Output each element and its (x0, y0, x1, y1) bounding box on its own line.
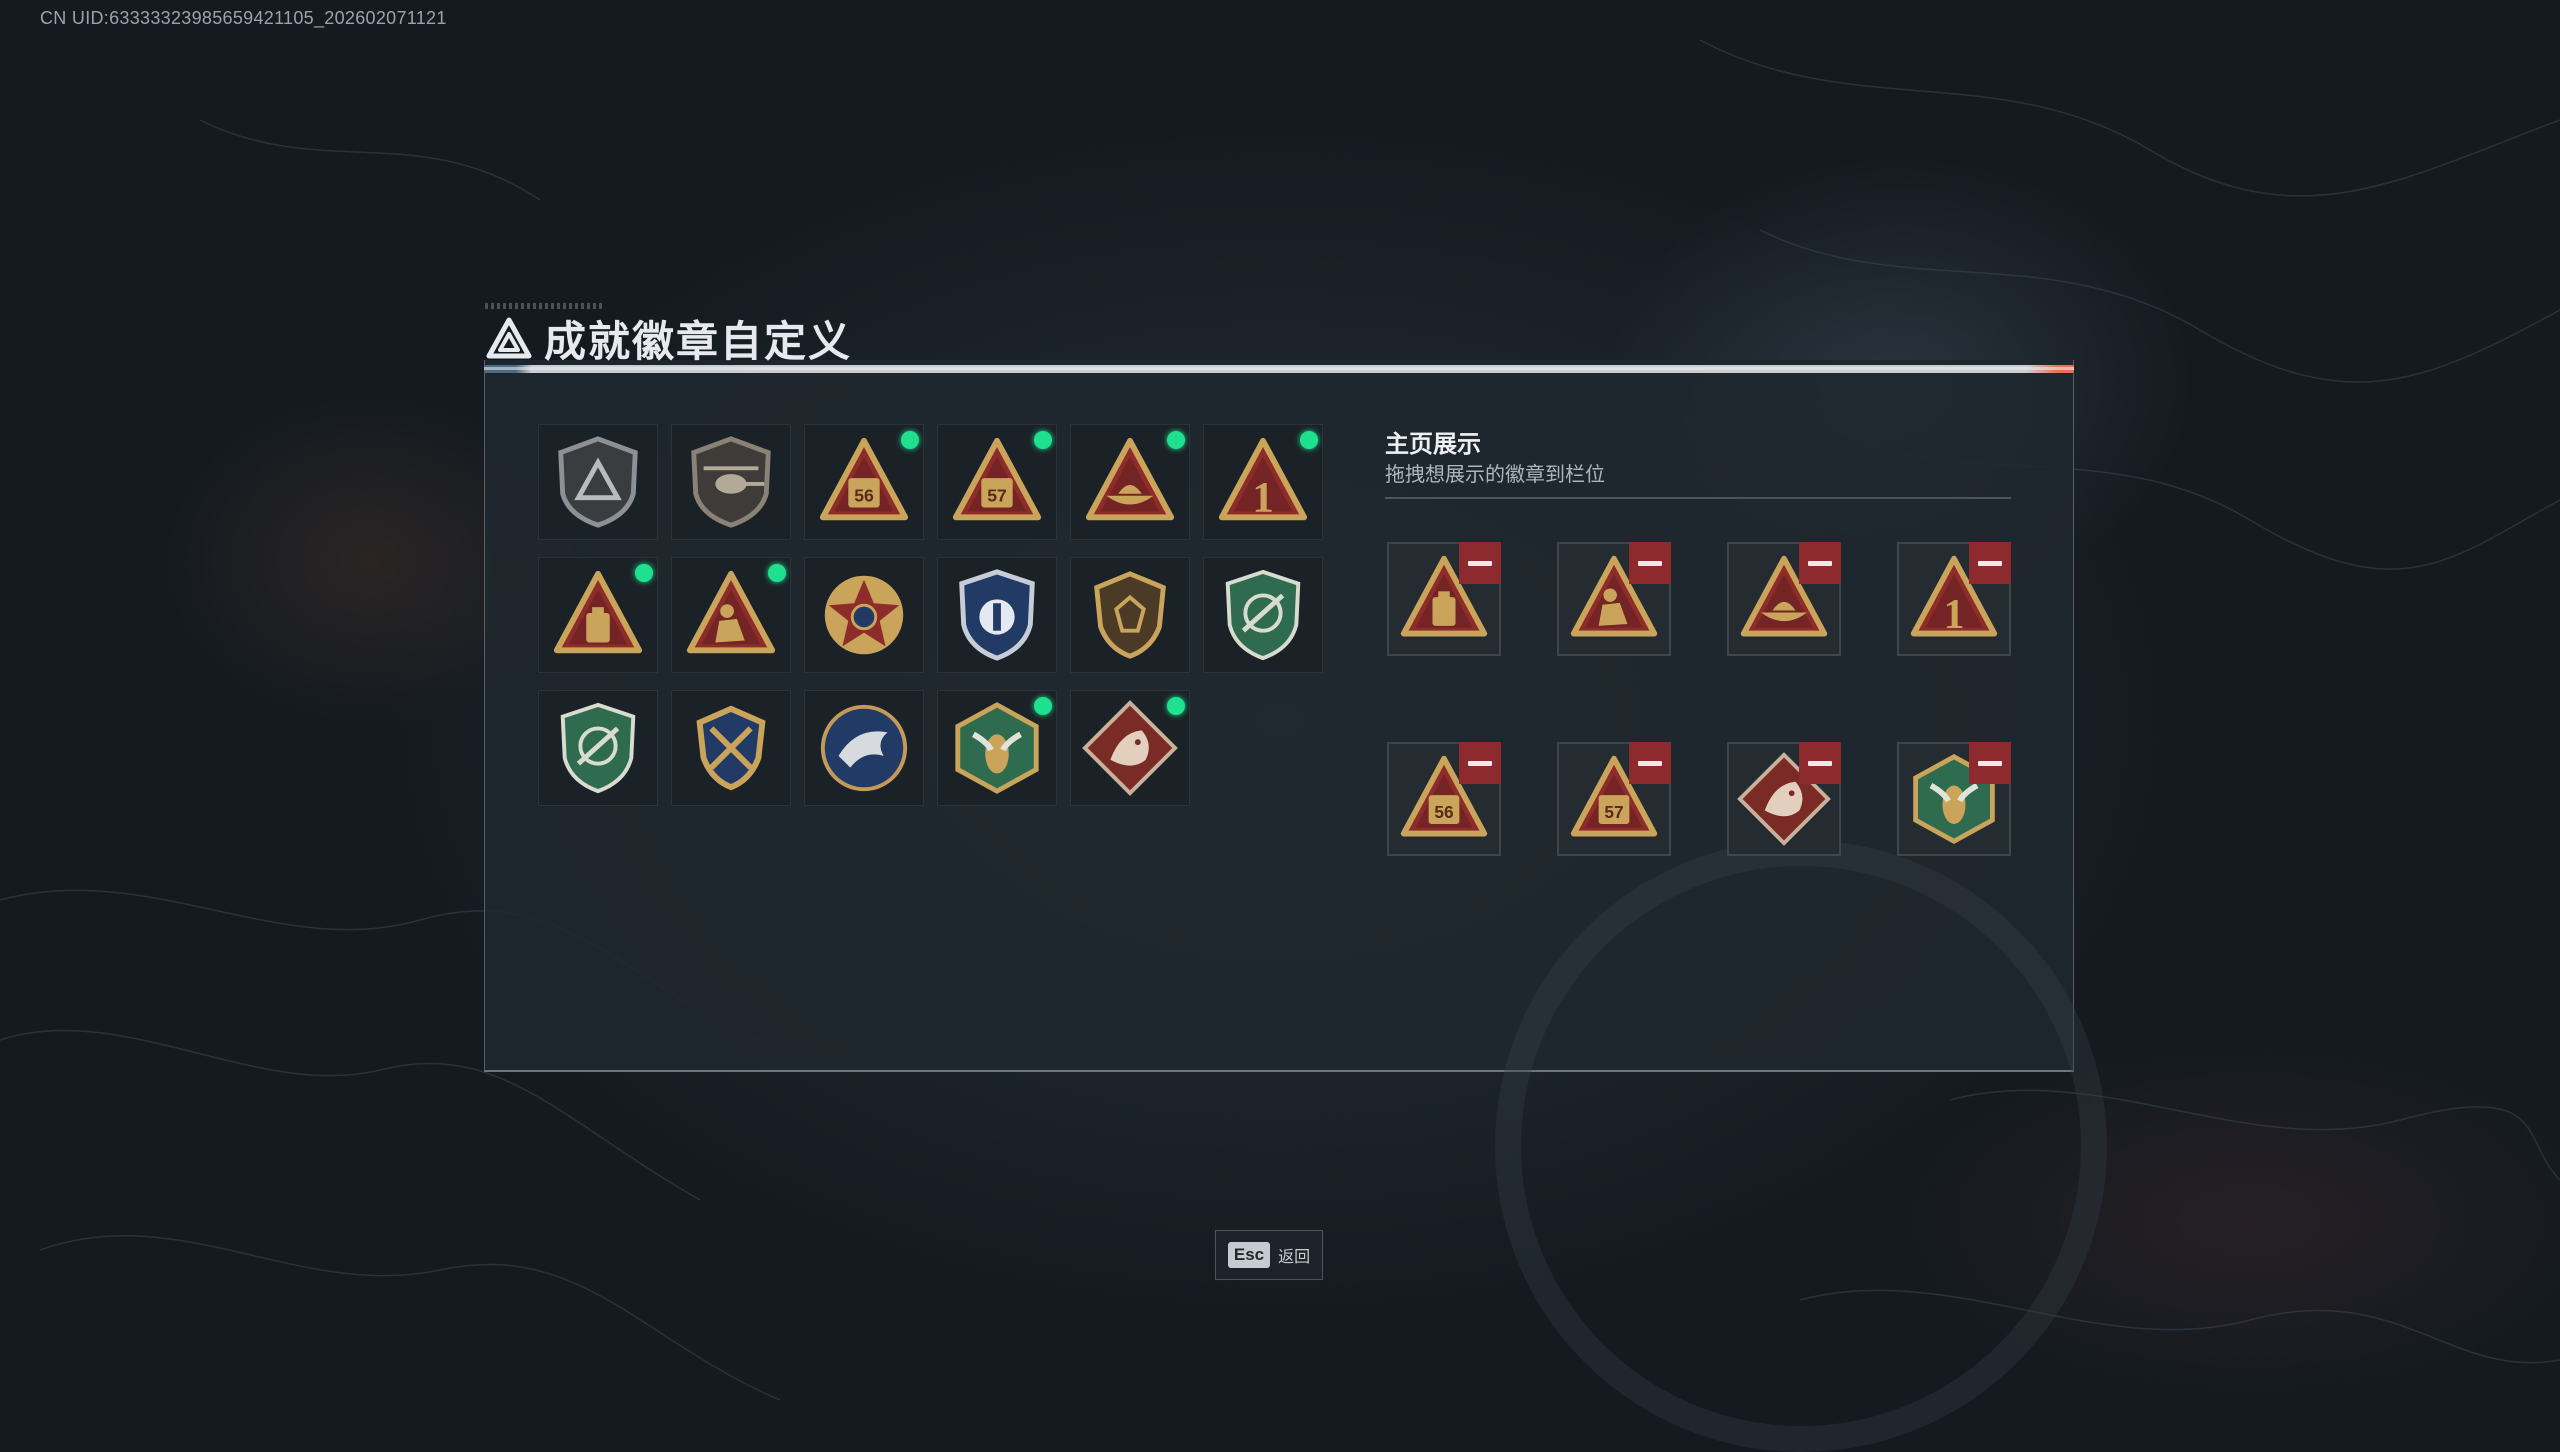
remove-slot-button[interactable] (1799, 542, 1841, 584)
showcase-slot[interactable] (1727, 742, 1841, 856)
showcase-slot[interactable] (1727, 542, 1841, 656)
boat-triangle-badge[interactable] (1070, 424, 1190, 540)
eagle-round-badge[interactable] (804, 690, 924, 806)
new-badge-dot (1167, 697, 1185, 715)
green-rifle-crest-badge[interactable] (1203, 557, 1323, 673)
showcase-title: 主页展示 (1385, 431, 1481, 458)
back-label: 返回 (1278, 1249, 1311, 1266)
minus-icon (1978, 560, 2002, 566)
remove-slot-button[interactable] (1969, 542, 2011, 584)
badge-56-triangle-icon: 56 (819, 437, 909, 521)
triangle-logo-icon (486, 317, 532, 358)
remove-slot-button[interactable] (1629, 742, 1671, 784)
green-rifle-crest-badge-2[interactable] (538, 690, 658, 806)
back-button[interactable]: Esc 返回 (1215, 1230, 1323, 1280)
gold-gem-shield-badge[interactable] (1070, 557, 1190, 673)
new-badge-dot (1167, 431, 1185, 449)
red-star-medal-badge[interactable] (804, 557, 924, 673)
number-one-triangle-badge-icon: 1 (1218, 437, 1308, 521)
remove-slot-button[interactable] (1629, 542, 1671, 584)
dragon-diamond-badge[interactable] (1070, 690, 1190, 806)
minus-icon (1468, 560, 1492, 566)
badge-56-triangle[interactable]: 56 (804, 424, 924, 540)
minus-icon (1468, 760, 1492, 766)
new-badge-dot (635, 564, 653, 582)
kneeling-soldier-triangle-badge[interactable] (671, 557, 791, 673)
boat-triangle-badge-icon (1085, 437, 1175, 521)
showcase-slot[interactable]: 57 (1557, 742, 1671, 856)
new-badge-dot (768, 564, 786, 582)
new-badge-dot (1300, 431, 1318, 449)
svg-text:57: 57 (1604, 802, 1623, 822)
svg-text:1: 1 (1252, 474, 1274, 521)
remove-slot-button[interactable] (1459, 542, 1501, 584)
grey-triangle-shield-badge[interactable] (538, 424, 658, 540)
new-badge-dot (901, 431, 919, 449)
hornet-hexagon-badge-icon (955, 702, 1039, 794)
remove-slot-button[interactable] (1799, 742, 1841, 784)
showcase-slot[interactable] (1897, 742, 2011, 856)
showcase-slot[interactable]: 1 (1897, 542, 2011, 656)
minus-icon (1808, 760, 1832, 766)
gold-wings-sword-badge-icon (696, 705, 766, 791)
svg-text:57: 57 (987, 486, 1007, 506)
badge-57-triangle[interactable]: 57 (937, 424, 1057, 540)
dragon-diamond-badge-icon (1082, 700, 1178, 796)
minus-icon (1808, 560, 1832, 566)
svg-text:56: 56 (1434, 802, 1453, 822)
minus-icon (1638, 760, 1662, 766)
showcase-hint: 拖拽想展示的徽章到栏位 (1385, 464, 1605, 486)
gold-gem-shield-badge-icon (1094, 571, 1166, 659)
remove-slot-button[interactable] (1459, 742, 1501, 784)
blue-police-shield-badge-icon (959, 569, 1035, 661)
green-rifle-crest-badge-2-icon (560, 702, 636, 794)
window-header: 成就徽章自定义 (486, 308, 852, 369)
showcase-slot[interactable]: 56 (1387, 742, 1501, 856)
blue-police-shield-badge[interactable] (937, 557, 1057, 673)
svg-text:56: 56 (854, 486, 874, 506)
showcase-slot[interactable] (1557, 542, 1671, 656)
minus-icon (1978, 760, 2002, 766)
number-one-triangle-badge[interactable]: 1 (1203, 424, 1323, 540)
uid-label: CN UID:63333323985659421105_202602071121 (40, 8, 447, 28)
eagle-round-badge-icon (820, 704, 908, 792)
helicopter-shield-badge-icon (691, 436, 771, 528)
kneeling-soldier-triangle-badge-icon (686, 570, 776, 654)
backpack-triangle-badge[interactable] (538, 557, 658, 673)
grey-triangle-shield-badge-icon (558, 436, 638, 528)
helicopter-shield-badge[interactable] (671, 424, 791, 540)
backpack-triangle-badge-icon (553, 570, 643, 654)
svg-text:1: 1 (1943, 591, 1964, 638)
green-rifle-crest-badge-icon (1225, 569, 1301, 661)
showcase-slot[interactable] (1387, 542, 1501, 656)
gold-wings-sword-badge[interactable] (671, 690, 791, 806)
page-title: 成就徽章自定义 (544, 318, 853, 365)
esc-key-hint: Esc (1227, 1242, 1271, 1268)
new-badge-dot (1034, 431, 1052, 449)
showcase-divider (1385, 497, 2011, 499)
minus-icon (1638, 560, 1662, 566)
remove-slot-button[interactable] (1969, 742, 2011, 784)
faded-emblem-watermark (1495, 840, 2107, 1452)
red-star-medal-badge-icon (824, 575, 904, 655)
new-badge-dot (1034, 697, 1052, 715)
hornet-hexagon-badge[interactable] (937, 690, 1057, 806)
badge-57-triangle-icon: 57 (952, 437, 1042, 521)
